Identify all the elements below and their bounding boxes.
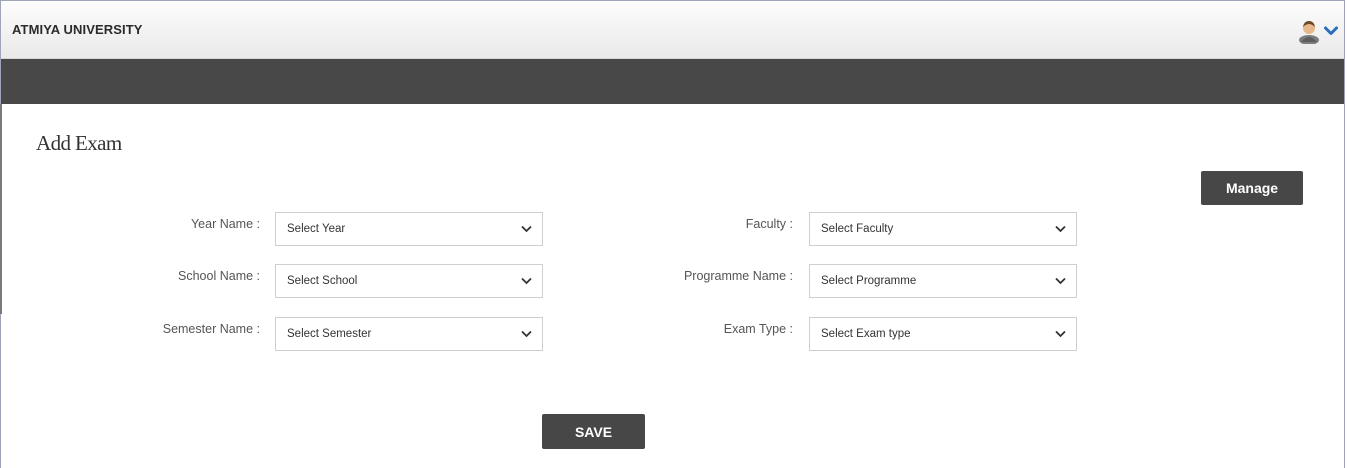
user-avatar-icon[interactable] xyxy=(1298,18,1320,44)
chevron-down-icon xyxy=(521,277,532,285)
programme-select-value: Select Programme xyxy=(821,275,917,287)
chevron-down-icon[interactable] xyxy=(1324,26,1338,36)
semester-select[interactable]: Select Semester xyxy=(275,317,543,351)
school-name-label: School Name : xyxy=(178,269,260,283)
faculty-select-value: Select Faculty xyxy=(821,223,894,235)
year-select-value: Select Year xyxy=(287,223,346,235)
school-select[interactable]: Select School xyxy=(275,264,543,298)
main-navbar xyxy=(1,59,1344,104)
exam-type-select-value: Select Exam type xyxy=(821,328,911,340)
school-select-value: Select School xyxy=(287,275,358,287)
programme-name-label: Programme Name : xyxy=(683,269,793,283)
programme-select[interactable]: Select Programme xyxy=(809,264,1077,298)
top-header: ATMIYA UNIVERSITY xyxy=(1,1,1344,59)
manage-button[interactable]: Manage xyxy=(1201,171,1303,205)
exam-type-label: Exam Type : xyxy=(723,322,793,336)
year-select[interactable]: Select Year xyxy=(275,212,543,246)
app-window: ATMIYA UNIVERSITY Add Exam Manage Year N… xyxy=(0,0,1345,468)
chevron-down-icon xyxy=(1055,330,1066,338)
year-name-label: Year Name : xyxy=(190,217,260,231)
semester-select-value: Select Semester xyxy=(287,328,372,340)
exam-type-select[interactable]: Select Exam type xyxy=(809,317,1077,351)
chevron-down-icon xyxy=(521,225,532,233)
page-title: Add Exam xyxy=(36,131,122,155)
chevron-down-icon xyxy=(521,330,532,338)
semester-name-label: Semester Name : xyxy=(162,322,260,336)
save-button[interactable]: SAVE xyxy=(542,414,645,449)
faculty-select[interactable]: Select Faculty xyxy=(809,212,1077,246)
chevron-down-icon xyxy=(1055,277,1066,285)
faculty-label: Faculty : xyxy=(745,217,793,231)
chevron-down-icon xyxy=(1055,225,1066,233)
left-edge-strip xyxy=(0,104,2,314)
brand-title: ATMIYA UNIVERSITY xyxy=(12,22,143,37)
user-menu[interactable] xyxy=(1298,18,1338,44)
